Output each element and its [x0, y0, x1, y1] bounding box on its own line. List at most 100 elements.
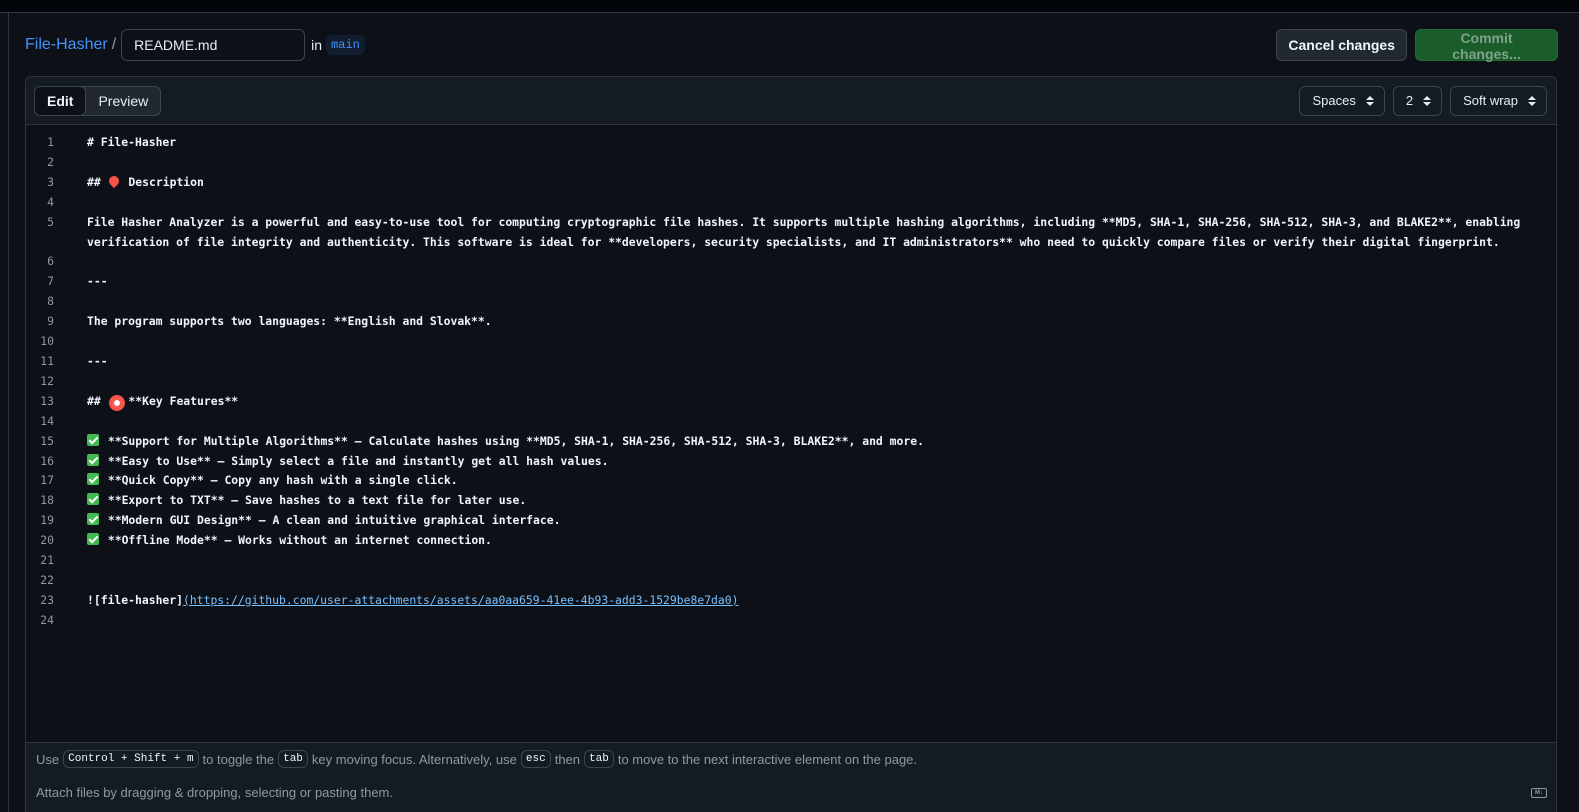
in-label: in: [311, 37, 323, 53]
check-icon: [87, 453, 99, 466]
commit-changes-button[interactable]: Commit changes...: [1415, 29, 1558, 62]
editor-toolbar: Edit Preview Spaces 2 Soft wrap: [26, 77, 1556, 125]
indent-size-select[interactable]: 2: [1392, 85, 1443, 116]
check-icon: [87, 473, 99, 486]
code-line: 21: [26, 551, 1556, 571]
line-number: 20: [40, 533, 54, 548]
line-number: 14: [40, 413, 54, 428]
line-number: 8: [47, 294, 54, 309]
indent-mode-select[interactable]: Spaces: [1299, 85, 1385, 116]
image-url-link[interactable]: (https://github.com/user-attachments/ass…: [183, 593, 738, 607]
code-line: 22: [26, 571, 1556, 591]
line-content: ---: [87, 353, 108, 368]
tab-preview[interactable]: Preview: [86, 87, 160, 115]
code-line: 10: [26, 332, 1556, 352]
edit-preview-tabs: Edit Preview: [34, 85, 162, 116]
line-number: 2: [47, 154, 54, 169]
line-content: ## Description: [87, 174, 204, 189]
code-line: 16 **Easy to Use** – Simply select a fil…: [26, 452, 1556, 472]
filename-input[interactable]: [121, 29, 306, 61]
line-content: **Offline Mode** – Works without an inte…: [87, 531, 1547, 551]
line-number: 12: [40, 373, 54, 388]
line-number: 1: [47, 135, 54, 149]
line-content: ## **Key Features**: [87, 393, 239, 408]
code-line: 14: [26, 412, 1556, 432]
line-number: 17: [40, 473, 54, 488]
check-icon: [87, 533, 99, 546]
editor-footer: Use Control + Shift + m to toggle the ta…: [26, 742, 1556, 812]
check-icon: [87, 433, 99, 446]
line-number: 15: [40, 433, 54, 448]
line-number: 6: [47, 254, 54, 269]
line-content: [87, 193, 1547, 213]
cancel-changes-button[interactable]: Cancel changes: [1276, 29, 1407, 61]
indent-size-value: 2: [1405, 93, 1414, 108]
code-editor[interactable]: 1 # File-Hasher 2 3 ## Description 4 5 File Has…: [26, 125, 1556, 742]
select-arrows-icon: [1423, 95, 1432, 106]
code-line: 12: [26, 372, 1556, 392]
line-content: [87, 611, 1547, 631]
line-content: [87, 252, 1547, 272]
line-number: 5: [47, 214, 54, 229]
target-icon: [108, 394, 120, 406]
tab-edit[interactable]: Edit: [35, 86, 87, 115]
check-icon: [87, 493, 99, 506]
line-number: 10: [40, 334, 54, 349]
code-line: 9 The program supports two languages: **E…: [26, 312, 1556, 332]
line-number: 11: [40, 353, 54, 368]
line-content: [87, 372, 1547, 392]
line-number: 3: [47, 174, 54, 189]
kbd-tab: tab: [278, 750, 308, 768]
wrap-mode-select[interactable]: Soft wrap: [1450, 85, 1547, 116]
line-content: File Hasher Analyzer is a powerful and e…: [87, 214, 1528, 249]
code-line: 5 File Hasher Analyzer is a powerful and …: [26, 213, 1556, 253]
line-content: ![file-hasher](https://github.com/user-a…: [87, 592, 739, 607]
editor-panel: Edit Preview Spaces 2 Soft wrap 1 # File-…: [25, 76, 1557, 812]
left-border: [8, 13, 9, 812]
pin-icon: [108, 175, 120, 187]
line-content: **Support for Multiple Algorithms** – Ca…: [87, 432, 1547, 452]
code-line: 4: [26, 193, 1556, 213]
kbd-tab-2: tab: [584, 750, 614, 768]
code-line: 1 # File-Hasher: [26, 133, 1556, 153]
line-content: [87, 153, 1547, 173]
line-number: 21: [40, 553, 54, 568]
attach-files-area[interactable]: Attach files by dragging & dropping, sel…: [36, 785, 1546, 800]
code-line: 11 ---: [26, 352, 1556, 372]
line-content: [87, 292, 1547, 312]
file-header: File-Hasher / in main Cancel changes Com…: [25, 28, 1558, 62]
line-number: 13: [40, 393, 54, 408]
line-number: 4: [47, 194, 54, 209]
line-content: [87, 551, 1547, 571]
code-line: 6: [26, 252, 1556, 272]
code-line: 23 ![file-hasher](https://github.com/user…: [26, 591, 1556, 611]
code-line: 13 ## **Key Features**: [26, 392, 1556, 412]
line-content: **Quick Copy** – Copy any hash with a si…: [87, 471, 1547, 491]
code-line: 18 **Export to TXT** – Save hashes to a …: [26, 491, 1556, 511]
line-content: **Export to TXT** – Save hashes to a tex…: [87, 491, 1547, 511]
line-number: 22: [40, 572, 54, 587]
line-content: [87, 412, 1547, 432]
code-line: 17 **Quick Copy** – Copy any hash with a…: [26, 471, 1556, 491]
keyboard-hint: Use Control + Shift + m to toggle the ta…: [36, 750, 918, 768]
line-content: [87, 332, 1547, 352]
code-line: 8: [26, 292, 1556, 312]
line-number: 24: [40, 612, 54, 627]
markdown-icon[interactable]: M↓: [1531, 788, 1547, 798]
code-line: 2: [26, 153, 1556, 173]
line-content: [87, 571, 1547, 591]
wrap-mode-value: Soft wrap: [1463, 93, 1518, 108]
check-icon: [87, 513, 99, 526]
line-number: 9: [47, 314, 54, 329]
kbd-toggle-shortcut: Control + Shift + m: [63, 750, 199, 768]
line-number: 7: [47, 274, 54, 289]
select-arrows-icon: [1365, 95, 1374, 106]
code-line: 19 **Modern GUI Design** – A clean and i…: [26, 511, 1556, 531]
code-line: 20 **Offline Mode** – Works without an i…: [26, 531, 1556, 551]
repo-link[interactable]: File-Hasher: [25, 36, 108, 54]
branch-badge: main: [326, 35, 365, 55]
line-content: **Easy to Use** – Simply select a file a…: [87, 452, 1547, 472]
line-content: The program supports two languages: **En…: [87, 314, 492, 329]
line-number: 19: [40, 513, 54, 528]
top-bar: [0, 0, 1579, 13]
